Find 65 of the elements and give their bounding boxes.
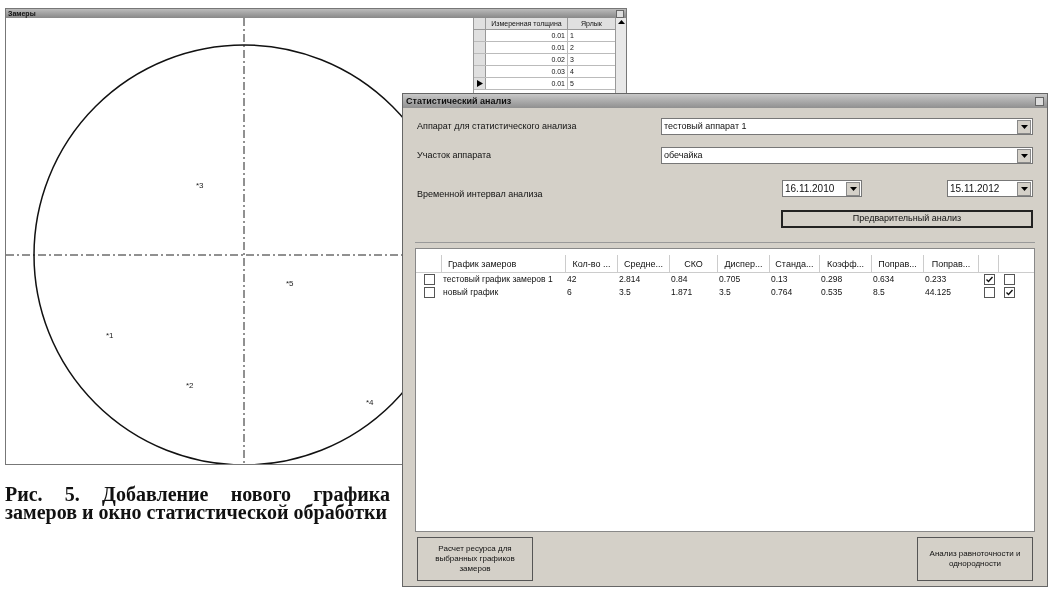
field-label: Временной интервал анализа — [417, 188, 544, 201]
column-header: Коэфф... — [820, 254, 872, 272]
table-cell-text: 3.5 — [618, 285, 632, 299]
checkbox[interactable] — [423, 286, 435, 298]
table-cell-text: 0.13 — [770, 272, 789, 286]
down-arrow-icon — [1020, 186, 1028, 191]
field-label: Аппарат для статистического анализа — [417, 119, 578, 133]
column-header: Средне... — [618, 254, 670, 272]
point-label: *4 — [366, 398, 374, 407]
column-header: Диспер... — [718, 254, 770, 272]
table-cell-text: 3.5 — [718, 285, 732, 299]
point-label: *2 — [186, 381, 194, 390]
table-cell-text: 0.298 — [820, 272, 844, 286]
date-value: 16.11.2010 — [785, 182, 835, 197]
table-cell-text: 6 — [566, 285, 573, 299]
table-cell-text: 8.5 — [872, 285, 886, 299]
table-cell-text: 0.233 — [924, 272, 948, 286]
point-label: *5 — [286, 279, 294, 288]
down-arrow-icon — [849, 186, 857, 191]
table-cell-text: 0.84 — [670, 272, 689, 286]
dropdown-button[interactable] — [846, 181, 860, 196]
close-button[interactable] — [1035, 96, 1044, 106]
table-cell-text: 2.814 — [618, 272, 642, 286]
action-button[interactable]: Анализ равноточности и однородности — [917, 537, 1033, 581]
table-cell-text: 1.871 — [670, 285, 694, 299]
down-arrow-icon — [1020, 124, 1028, 129]
date-value: 15.11.2012 — [950, 182, 1000, 197]
up-arrow-icon — [617, 20, 625, 24]
table-cell-text: 42 — [566, 272, 578, 286]
table-cell-text: новый график — [442, 285, 500, 299]
down-arrow-icon — [1020, 153, 1028, 158]
table-cell-text: 0.705 — [718, 272, 742, 286]
point-label: *3 — [196, 181, 204, 190]
dropdown-field[interactable]: обечайка — [661, 147, 1033, 164]
checkbox[interactable] — [1003, 286, 1015, 298]
checkbox[interactable] — [983, 286, 995, 298]
checkbox[interactable] — [423, 273, 435, 285]
table-cell-text: тестовый график замеров 1 — [442, 272, 554, 286]
dropdown-button[interactable] — [1017, 148, 1031, 163]
point-label: *1 — [106, 331, 114, 340]
date-field[interactable]: 15.11.2012 — [947, 180, 1033, 198]
date-field[interactable]: 16.11.2010 — [782, 180, 862, 198]
column-header: Станда... — [770, 254, 820, 272]
column-header: Кол-во ... — [566, 254, 618, 272]
dropdown-button[interactable] — [1017, 181, 1031, 196]
column-header: График замеров — [442, 254, 566, 272]
row-selector[interactable] — [474, 78, 486, 89]
action-button[interactable]: Расчет ресурса для выбранных графиков замеров — [417, 537, 533, 581]
field-label: Участок аппарата — [417, 148, 492, 162]
dropdown-field[interactable]: тестовый аппарат 1 — [661, 118, 1033, 135]
checkbox[interactable] — [983, 273, 995, 285]
dropdown-value: тестовый аппарат 1 — [664, 119, 747, 133]
dropdown-value: обечайка — [664, 148, 703, 162]
preliminary-analysis-button[interactable]: Предварительный анализ — [781, 209, 1033, 228]
table-cell-text: 0.535 — [820, 285, 844, 299]
table-cell-text: 0.764 — [770, 285, 794, 299]
checkbox[interactable] — [1003, 273, 1015, 285]
table-cell-text: 44.125 — [924, 285, 952, 299]
close-button[interactable] — [616, 9, 624, 18]
column-header: СКО — [670, 254, 718, 272]
dropdown-button[interactable] — [1017, 119, 1031, 134]
column-header: Поправ... — [924, 254, 979, 272]
window-title: Статистический анализ — [406, 96, 512, 106]
table-cell-text: 0.634 — [872, 272, 896, 286]
column-header: Поправ... — [872, 254, 924, 272]
